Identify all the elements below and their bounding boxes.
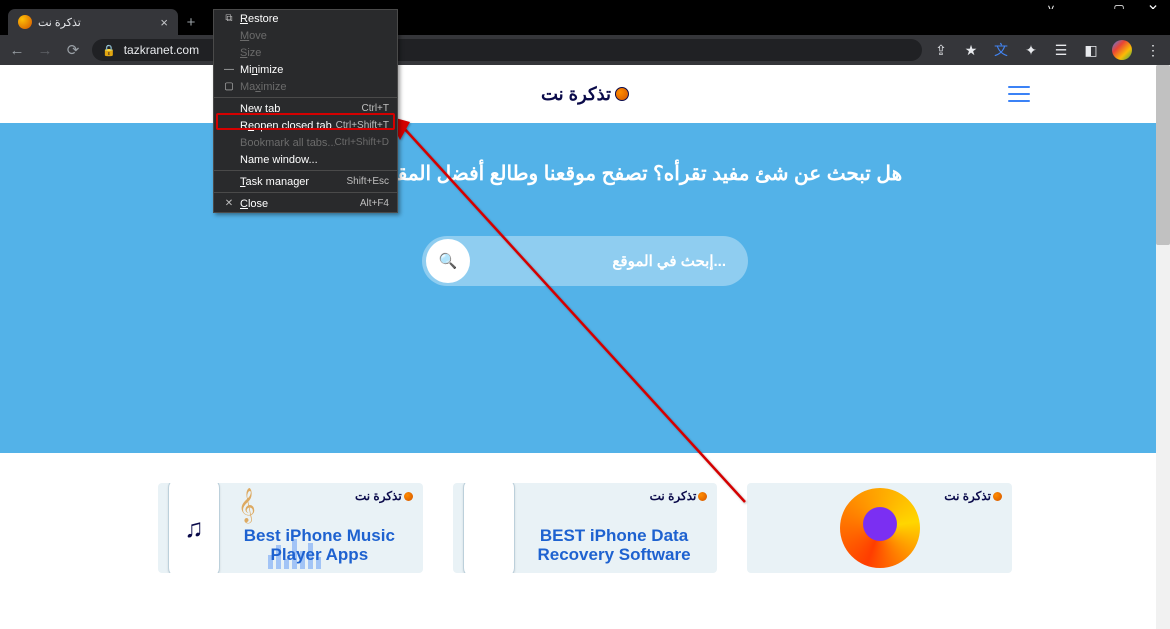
- context-menu-item[interactable]: Name window...: [214, 151, 397, 168]
- search-input[interactable]: [470, 253, 744, 270]
- titlebar: [0, 0, 1170, 9]
- card-title: Best iPhone Music Player Apps: [228, 526, 411, 565]
- logo-dot-icon: [615, 87, 629, 101]
- hero-section: هل تبحث عن شئ مفيد تقرأه؟ تصفح موقعنا وط…: [0, 123, 1170, 453]
- context-menu-item: Size: [214, 44, 397, 61]
- share-icon[interactable]: ⇪: [932, 41, 950, 59]
- context-menu-item: ▢Maximize: [214, 78, 397, 95]
- card-data-recovery[interactable]: تذكرة نت BEST iPhone Data Recovery Softw…: [453, 483, 718, 573]
- context-menu-item[interactable]: New tabCtrl+T: [214, 100, 397, 117]
- site-search: 🔍: [422, 236, 748, 286]
- tab-title: تذكرة نت: [38, 16, 81, 29]
- forward-button[interactable]: →: [36, 41, 54, 59]
- kebab-menu-icon[interactable]: ⋮: [1144, 41, 1162, 59]
- side-panel-icon[interactable]: ◧: [1082, 41, 1100, 59]
- context-menu-item[interactable]: Reopen closed tabCtrl+Shift+T: [214, 117, 397, 134]
- music-note-icon: ♫: [184, 513, 204, 544]
- tab-close-icon[interactable]: ×: [160, 15, 168, 30]
- profile-avatar[interactable]: [1112, 40, 1132, 60]
- treble-clef-icon: 𝄞: [238, 489, 256, 523]
- context-menu-item[interactable]: —Minimize: [214, 61, 397, 78]
- card-title: BEST iPhone Data Recovery Software: [523, 526, 706, 565]
- context-menu-item[interactable]: Task managerShift+Esc: [214, 173, 397, 190]
- site-logo[interactable]: تذكرة نت: [541, 84, 629, 105]
- browser-toolbar: ← → ⟳ 🔒 tazkranet.com ⇪ ★ 文 ✦ ☰ ◧ ⋮: [0, 35, 1170, 65]
- url-text: tazkranet.com: [124, 43, 199, 57]
- bookmark-star-icon[interactable]: ★: [962, 41, 980, 59]
- hamburger-menu-button[interactable]: [1008, 86, 1030, 102]
- window-context-menu: ⧉RestoreMoveSize—Minimize▢Maximize New ta…: [213, 9, 398, 213]
- lock-icon: 🔒: [102, 44, 116, 57]
- context-menu-item: Bookmark all tabs...Ctrl+Shift+D: [214, 134, 397, 151]
- context-menu-item[interactable]: ✕CloseAlt+F4: [214, 195, 397, 212]
- favicon-icon: [18, 15, 32, 29]
- reload-button[interactable]: ⟳: [64, 41, 82, 59]
- vertical-scrollbar[interactable]: [1156, 65, 1170, 629]
- translate-icon[interactable]: 文: [992, 41, 1010, 59]
- article-cards: ♫ 𝄞 تذكرة نت Best iPhone Music Player Ap…: [0, 453, 1170, 573]
- search-button[interactable]: 🔍: [426, 239, 470, 283]
- extensions-icon[interactable]: ✦: [1022, 41, 1040, 59]
- logo-text: تذكرة نت: [541, 84, 611, 105]
- context-menu-item[interactable]: ⧉Restore: [214, 10, 397, 27]
- firefox-icon: [840, 488, 920, 568]
- tab-strip: تذكرة نت × +: [0, 9, 1170, 35]
- browser-tab[interactable]: تذكرة نت ×: [8, 9, 178, 35]
- search-icon: 🔍: [439, 252, 458, 270]
- card-firefox[interactable]: تذكرة نت: [747, 483, 1012, 573]
- card-music-apps[interactable]: ♫ 𝄞 تذكرة نت Best iPhone Music Player Ap…: [158, 483, 423, 573]
- new-tab-button[interactable]: +: [178, 9, 204, 35]
- reading-list-icon[interactable]: ☰: [1052, 41, 1070, 59]
- scrollbar-thumb[interactable]: [1156, 65, 1170, 245]
- site-header: تذكرة نت: [0, 65, 1170, 123]
- back-button[interactable]: ←: [8, 41, 26, 59]
- web-page-content: تذكرة نت هل تبحث عن شئ مفيد تقرأه؟ تصفح …: [0, 65, 1170, 629]
- context-menu-item: Move: [214, 27, 397, 44]
